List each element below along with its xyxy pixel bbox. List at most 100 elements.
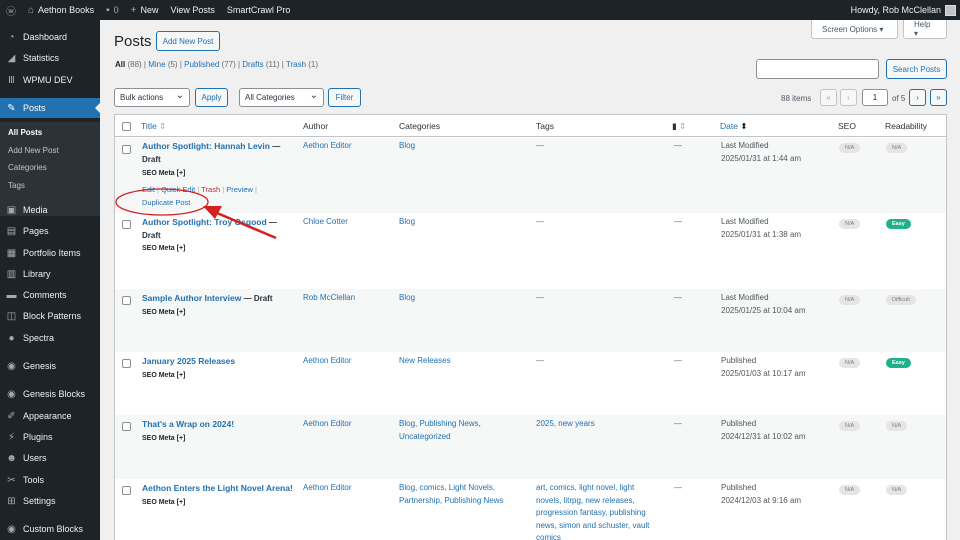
- post-author[interactable]: Aethon Editor: [303, 140, 351, 153]
- post-tags: —: [536, 217, 544, 226]
- post-title-link[interactable]: That's a Wrap on 2024!: [142, 419, 234, 429]
- add-new-post-button[interactable]: Add New Post: [156, 31, 220, 51]
- post-title-link[interactable]: Aethon Enters the Light Novel Arena!: [142, 483, 293, 493]
- menu-statistics[interactable]: ◢ Statistics: [0, 48, 100, 68]
- first-page-button[interactable]: «: [820, 89, 837, 106]
- post-categories[interactable]: Blog, Publishing News, Uncategorized: [399, 418, 509, 443]
- submenu-all-posts[interactable]: All Posts: [8, 128, 42, 137]
- seo-meta-toggle[interactable]: SEO Meta [+]: [142, 372, 185, 379]
- menu-appearance[interactable]: ✐ Appearance: [0, 406, 100, 426]
- post-tags[interactable]: art, comics, light novel, light novels, …: [536, 482, 656, 540]
- menu-genesis[interactable]: ◉ Genesis: [0, 356, 100, 376]
- edit-link[interactable]: Edit: [142, 185, 155, 194]
- seo-meta-toggle[interactable]: SEO Meta [+]: [142, 309, 185, 316]
- menu-block-patterns[interactable]: ◫ Block Patterns: [0, 306, 100, 326]
- preview-link[interactable]: Preview: [226, 185, 253, 194]
- last-page-button[interactable]: »: [930, 89, 947, 106]
- submenu-add-new-post[interactable]: Add New Post: [8, 146, 59, 155]
- seo-meta-toggle[interactable]: SEO Meta [+]: [142, 170, 185, 177]
- dashboard-icon: ◔: [8, 31, 15, 43]
- menu-media[interactable]: ▣ Media: [0, 200, 100, 220]
- post-date: Last Modified 2025/01/31 at 1:44 am: [721, 141, 802, 163]
- column-comments[interactable]: ▮ ⇕: [672, 121, 686, 132]
- apply-button[interactable]: Apply: [195, 88, 228, 107]
- bulk-actions-select[interactable]: Bulk actions: [114, 88, 190, 107]
- post-author[interactable]: Chloe Cotter: [303, 216, 348, 229]
- menu-settings[interactable]: ⊞ Settings: [0, 491, 100, 511]
- menu-portfolio-items[interactable]: ▦ Portfolio Items: [0, 243, 100, 263]
- wordpress-logo-icon[interactable]: ⓦ: [0, 0, 22, 20]
- post-title-link[interactable]: January 2025 Releases: [142, 356, 235, 366]
- menu-posts[interactable]: ✎ Posts: [0, 98, 100, 118]
- submenu-tags[interactable]: Tags: [8, 181, 25, 190]
- view-posts-link[interactable]: View Posts: [165, 0, 221, 20]
- row-checkbox[interactable]: [122, 359, 131, 368]
- menu-custom-blocks[interactable]: ◉ Custom Blocks: [0, 519, 100, 539]
- brush-icon: ✐: [7, 410, 16, 422]
- row-checkbox[interactable]: [122, 220, 131, 229]
- menu-plugins[interactable]: ⚡ Plugins: [0, 427, 100, 447]
- menu-tools[interactable]: ✂ Tools: [0, 470, 100, 490]
- post-author[interactable]: Aethon Editor: [303, 418, 351, 431]
- seo-meta-toggle[interactable]: SEO Meta [+]: [142, 435, 185, 442]
- search-posts-button[interactable]: Search Posts: [886, 59, 947, 79]
- post-author[interactable]: Aethon Editor: [303, 355, 351, 368]
- submenu-categories[interactable]: Categories: [8, 163, 47, 172]
- filter-button[interactable]: Filter: [328, 88, 361, 107]
- seo-meta-toggle[interactable]: SEO Meta [+]: [142, 499, 185, 506]
- prev-page-button[interactable]: ‹: [840, 89, 857, 106]
- row-checkbox[interactable]: [122, 296, 131, 305]
- post-categories[interactable]: New Releases: [399, 355, 451, 368]
- comments-link[interactable]: ▪ 0: [100, 0, 125, 20]
- menu-dashboard[interactable]: ◔ Dashboard: [0, 27, 100, 47]
- help-button[interactable]: Help ▾: [903, 20, 947, 39]
- post-categories[interactable]: Blog: [399, 216, 415, 229]
- duplicate-post-link[interactable]: Duplicate Post: [142, 198, 190, 207]
- menu-pages[interactable]: ▤ Pages: [0, 221, 100, 241]
- row-checkbox[interactable]: [122, 486, 131, 495]
- table-row: That's a Wrap on 2024! SEO Meta [+] Aeth…: [115, 415, 946, 479]
- post-tags[interactable]: 2025, new years: [536, 418, 661, 431]
- categories-select[interactable]: All Categories: [239, 88, 324, 107]
- row-checkbox[interactable]: [122, 422, 131, 431]
- post-title-link[interactable]: Sample Author Interview: [142, 293, 241, 303]
- quick-edit-link[interactable]: Quick Edit: [161, 185, 195, 194]
- trash-link[interactable]: Trash: [201, 185, 220, 194]
- patterns-icon: ◫: [6, 310, 17, 322]
- new-content-link[interactable]: + New: [125, 0, 165, 20]
- next-page-button[interactable]: ›: [909, 89, 926, 106]
- items-count: 88 items: [781, 94, 812, 103]
- post-categories[interactable]: Blog: [399, 140, 415, 153]
- select-all-checkbox[interactable]: [122, 122, 131, 131]
- menu-genesis-blocks[interactable]: ◉ Genesis Blocks: [0, 384, 100, 404]
- filter-mine[interactable]: Mine: [148, 60, 165, 69]
- search-input[interactable]: [756, 59, 879, 79]
- row-checkbox[interactable]: [122, 145, 131, 154]
- column-date[interactable]: Date ⬍: [720, 121, 747, 132]
- post-author[interactable]: Rob McClellan: [303, 292, 355, 305]
- post-title-link[interactable]: Author Spotlight: Hannah Levin: [142, 141, 270, 151]
- menu-users[interactable]: ☻ Users: [0, 448, 100, 468]
- column-author: Author: [303, 121, 329, 131]
- current-page-input[interactable]: 1: [862, 89, 888, 106]
- post-author[interactable]: Aethon Editor: [303, 482, 351, 495]
- site-name-link[interactable]: ⌂ Aethon Books: [22, 0, 100, 20]
- menu-wpmudev[interactable]: Ⅲ WPMU DEV: [0, 70, 100, 90]
- filter-trash[interactable]: Trash: [286, 60, 306, 69]
- filter-all[interactable]: All: [115, 60, 125, 69]
- my-account[interactable]: Howdy, Rob McClellan: [851, 0, 956, 20]
- filter-published[interactable]: Published: [184, 60, 219, 69]
- menu-library[interactable]: ▥ Library: [0, 264, 100, 284]
- screen-options-button[interactable]: Screen Options ▾: [811, 20, 898, 39]
- total-pages: of 5: [892, 94, 906, 103]
- column-title[interactable]: Title ⇕: [141, 121, 166, 132]
- post-categories[interactable]: Blog, comics, Light Novels, Partnership,…: [399, 482, 514, 507]
- smartcrawl-link[interactable]: SmartCrawl Pro: [221, 0, 297, 20]
- menu-comments[interactable]: ▬ Comments: [0, 285, 100, 305]
- post-categories[interactable]: Blog: [399, 292, 415, 305]
- menu-spectra[interactable]: ● Spectra: [0, 328, 100, 348]
- post-title-link[interactable]: Author Spotlight: Troy Osgood: [142, 217, 267, 227]
- filter-drafts[interactable]: Drafts: [242, 60, 263, 69]
- table-row: Author Spotlight: Troy Osgood — Draft SE…: [115, 213, 946, 289]
- seo-meta-toggle[interactable]: SEO Meta [+]: [142, 245, 185, 252]
